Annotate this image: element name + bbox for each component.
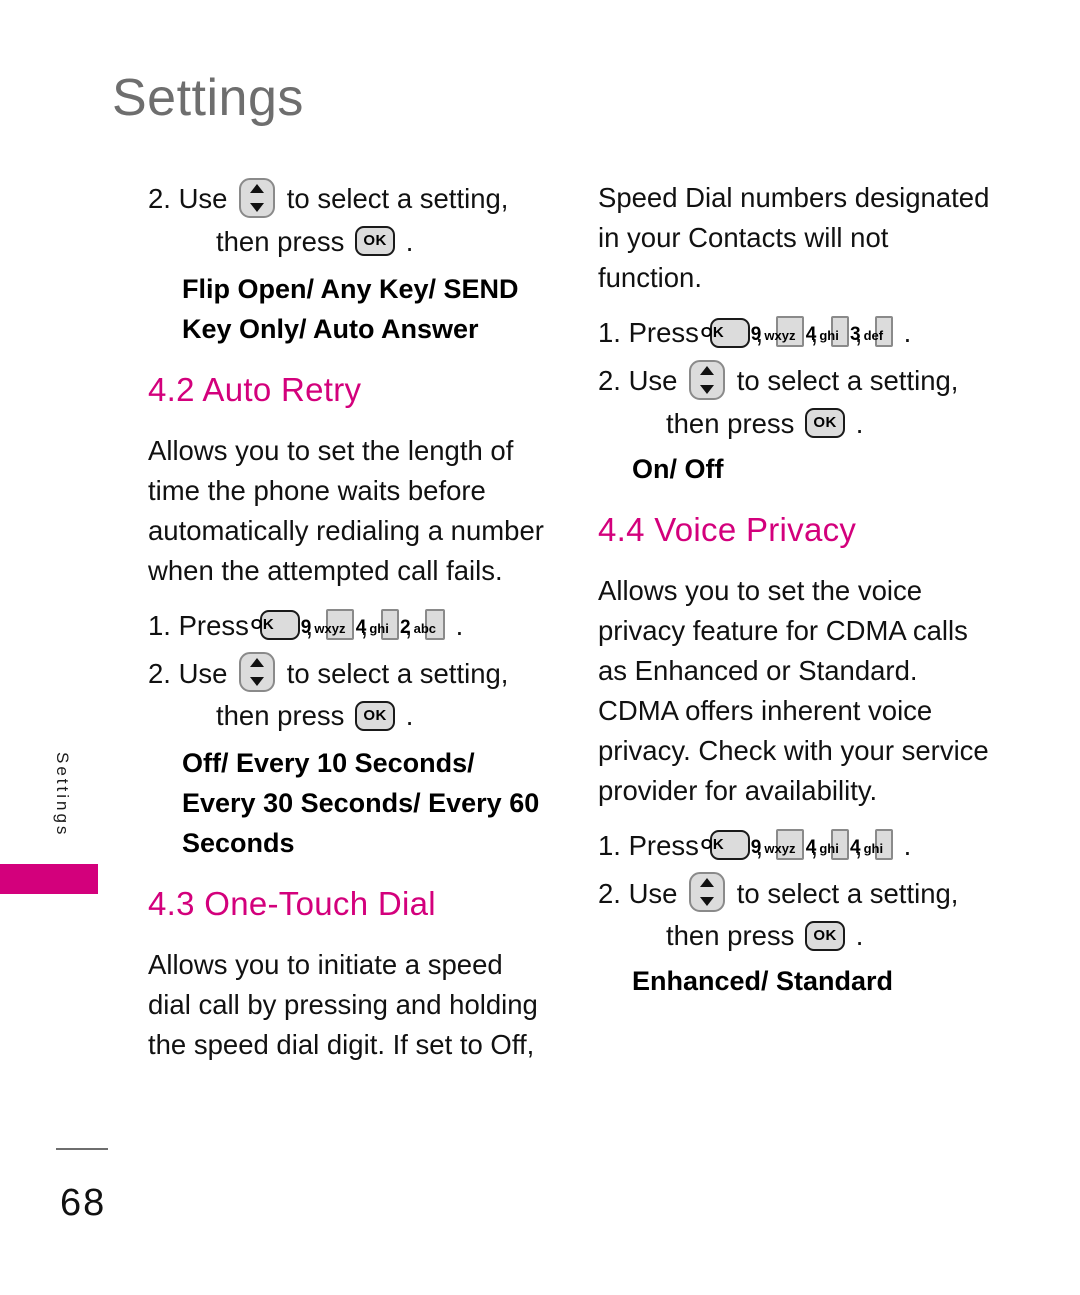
triangle-down-icon	[250, 677, 265, 687]
step-text: 2. Use	[598, 365, 678, 396]
step-text: then press	[666, 407, 795, 439]
numeric-key-4-icon: 4 ghi	[356, 608, 399, 640]
numeric-key-9-icon: 9 wxyz	[301, 608, 355, 640]
key-digit: 4	[850, 836, 861, 858]
page-number: 68	[60, 1182, 107, 1224]
option-list: Off/ Every 10 Seconds/ Every 30 Seconds/…	[182, 748, 540, 859]
numeric-key-4-icon: 4 ghi	[806, 828, 849, 860]
body-paragraph-42: Allows you to set the length of time the…	[148, 434, 544, 586]
step-period: .	[455, 609, 464, 641]
step-item: 2. Use to select a setting, then press O…	[598, 359, 998, 445]
key-letters: ghi	[863, 840, 884, 856]
step-item: 2. Use to select a setting, then press O…	[598, 872, 998, 958]
ok-key-icon: OK	[251, 610, 300, 641]
triangle-up-icon	[700, 365, 715, 375]
step-text: 1. Press	[598, 829, 699, 861]
left-column: 2. Use to select a setting, then press O…	[148, 177, 548, 1065]
numeric-key-4-icon: 4 ghi	[850, 828, 894, 860]
body-paragraph-43-continued: Speed Dial numbers designated in your Co…	[598, 182, 990, 293]
option-list: Enhanced/ Standard	[632, 966, 894, 997]
step-item: 1. Press OK, 9wxyz, 4ghi, 3def .	[598, 312, 998, 354]
step-continuation: then press OK .	[182, 695, 548, 737]
key-digit: 3	[850, 324, 861, 346]
key-letters: wxyz	[764, 840, 796, 856]
step-item: 1. Press OK, 9wxyz, 4ghi, 4ghi .	[598, 825, 998, 867]
ok-key-icon: OK	[355, 701, 396, 732]
ok-key-icon: OK	[701, 830, 750, 861]
triangle-down-icon	[700, 384, 715, 394]
triangle-down-icon	[250, 202, 265, 212]
numeric-key-4-icon: 4 ghi	[806, 316, 849, 348]
numeric-key-9-icon: 9 wxyz	[751, 316, 805, 348]
step-text: then press	[216, 225, 345, 257]
numeric-key-3-icon: 3 def	[850, 316, 894, 348]
ok-key-icon: OK	[701, 317, 750, 348]
body-paragraph-43: Allows you to initiate a speed dial call…	[148, 949, 538, 1061]
step-item: 2. Use to select a setting, then press O…	[148, 177, 548, 263]
step-period: .	[855, 407, 864, 439]
key-digit: 2	[400, 616, 411, 638]
nav-key-icon	[689, 359, 726, 400]
step-text: 2. Use	[598, 877, 678, 909]
step-text: 1. Press	[598, 317, 699, 348]
step-period: .	[405, 700, 414, 732]
body-paragraph-44: Allows you to set the voice privacy feat…	[598, 574, 989, 806]
key-letters: ghi	[369, 620, 389, 636]
triangle-up-icon	[250, 183, 265, 193]
step-text: to select a setting,	[286, 183, 509, 214]
step-period: .	[855, 920, 864, 952]
section-heading-44: 4.4 Voice Privacy	[598, 510, 857, 548]
section-heading-42: 4.2 Auto Retry	[148, 370, 362, 408]
key-digit: 4	[805, 324, 817, 346]
ok-key-icon: OK	[805, 408, 846, 439]
key-letters: ghi	[819, 328, 839, 344]
section-heading-43: 4.3 One-Touch Dial	[148, 885, 436, 923]
triangle-up-icon	[700, 878, 715, 888]
triangle-up-icon	[250, 658, 265, 668]
numeric-key-2-icon: 2 abc	[400, 608, 445, 640]
step-continuation: then press OK .	[632, 403, 998, 445]
step-period: .	[903, 829, 912, 861]
step-period: .	[903, 317, 912, 348]
option-list: On/ Off	[632, 453, 724, 484]
page-title: Settings	[112, 69, 304, 127]
key-digit: 4	[805, 836, 817, 858]
step-text: to select a setting,	[736, 365, 959, 396]
step-item: 2. Use to select a setting, then press O…	[148, 652, 548, 738]
step-text: to select a setting,	[736, 877, 959, 909]
key-letters: wxyz	[314, 620, 346, 636]
key-letters: def	[863, 328, 884, 344]
triangle-down-icon	[700, 897, 715, 907]
step-text: 2. Use	[148, 657, 228, 689]
step-period: .	[405, 225, 414, 257]
key-digit: 9	[750, 324, 762, 346]
step-text: then press	[666, 920, 795, 952]
step-text: to select a setting,	[286, 657, 509, 689]
step-continuation: then press OK .	[182, 221, 548, 263]
nav-key-icon	[239, 652, 276, 693]
key-letters: ghi	[819, 840, 839, 856]
side-tab-marker	[0, 864, 98, 894]
ok-key-icon: OK	[805, 921, 846, 952]
step-text: 2. Use	[148, 183, 228, 214]
ok-key-icon: OK	[355, 226, 396, 257]
numeric-key-9-icon: 9 wxyz	[751, 828, 805, 860]
option-list: Flip Open/ Any Key/ SEND Key Only/ Auto …	[182, 273, 519, 344]
key-digit: 9	[750, 836, 762, 858]
step-text: then press	[216, 700, 345, 732]
key-letters: abc	[413, 620, 436, 636]
right-column: Speed Dial numbers designated in your Co…	[598, 178, 998, 1023]
step-text: 1. Press	[148, 609, 249, 641]
nav-key-icon	[689, 872, 726, 913]
step-item: 1. Press OK, 9wxyz, 4ghi, 2abc .	[148, 605, 548, 647]
key-letters: wxyz	[764, 328, 796, 344]
footer-divider	[56, 1148, 108, 1150]
key-digit: 9	[300, 616, 312, 638]
nav-key-icon	[239, 177, 276, 218]
side-tab-label: Settings	[53, 752, 72, 838]
step-continuation: then press OK .	[632, 915, 998, 957]
key-digit: 4	[355, 616, 367, 638]
